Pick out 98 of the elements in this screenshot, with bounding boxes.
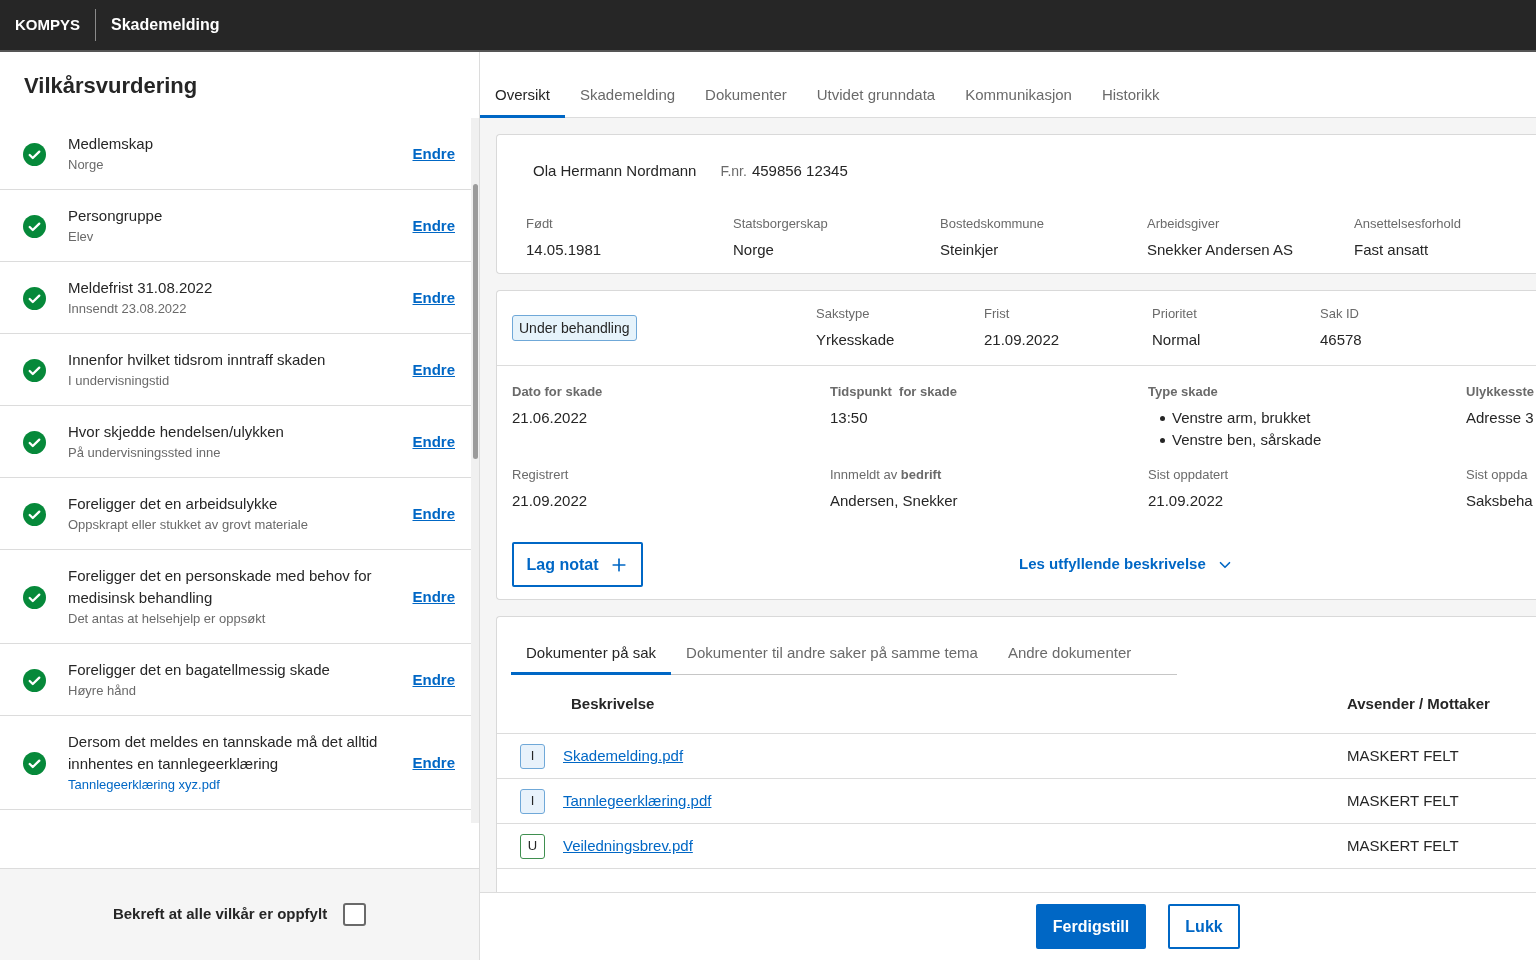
edit-link[interactable]: Endre — [412, 286, 455, 310]
attachment-link[interactable]: Tannlegeerklæring xyz.pdf — [68, 775, 382, 795]
document-link[interactable]: Veiledningsbrev.pdf — [563, 834, 693, 858]
close-button[interactable]: Lukk — [1168, 904, 1240, 949]
condition-detail: Elev — [68, 228, 95, 246]
field-value: Adresse 3 — [1466, 408, 1534, 428]
field-label: Sist oppda — [1466, 466, 1529, 484]
field-value: 21.09.2022 — [1148, 491, 1225, 511]
id-label: F.nr. — [720, 162, 747, 181]
tab[interactable]: Skademelding — [565, 84, 691, 118]
condition-title: Dersom det meldes en tannskade må det alltid innhentes en tannlegeerklæring — [68, 732, 379, 774]
condition-title: Foreligger det en arbeidsulykke — [68, 494, 279, 514]
document-link[interactable]: Tannlegeerklæring.pdf — [563, 789, 712, 813]
field-value: 21.09.2022 — [984, 330, 1061, 350]
tab[interactable]: Historikk — [1086, 84, 1175, 118]
field-value: 14.05.1981 — [526, 240, 603, 260]
panel-title: Vilkårsvurdering — [24, 71, 198, 100]
id-number: 459856 12345 — [751, 161, 848, 181]
status-badge: Under behandling — [512, 315, 637, 341]
table-cell-text: MASKERT FELT — [1347, 835, 1460, 856]
field-value: Steinkjer — [940, 240, 1000, 260]
edit-link[interactable]: Endre — [412, 142, 455, 166]
edit-link[interactable]: Endre — [412, 358, 455, 382]
document-type-badge: I — [520, 743, 545, 769]
document-link[interactable]: Skademelding.pdf — [563, 744, 684, 768]
field-value: Venstre arm, brukket — [1172, 408, 1311, 428]
field-value: Venstre ben, sårskade — [1172, 430, 1322, 450]
column-header: Avsender / Mottaker — [1347, 693, 1491, 714]
condition-title: Foreligger det en personskade med behov for medisinsk behandling — [68, 566, 373, 608]
field-label: Prioritet — [1152, 305, 1198, 323]
scrollbar-thumb[interactable] — [472, 184, 478, 459]
field-value: Saksbeha — [1466, 491, 1533, 511]
condition-detail: Det antas at helsehjelp er oppsøkt — [68, 610, 267, 628]
edit-link[interactable]: Endre — [412, 585, 455, 609]
field-label: Bostedskommune — [940, 215, 1046, 233]
field-label: Født — [526, 215, 554, 233]
complete-button[interactable]: Ferdigstill — [1036, 904, 1146, 949]
field-value: Andersen, Snekker — [830, 491, 959, 511]
condition-title: Medlemskap — [68, 134, 155, 154]
condition-detail: Høyre hånd — [68, 682, 137, 700]
field-value: 21.06.2022 — [512, 408, 589, 428]
confirm-label: Bekreft at alle vilkår er oppfylt — [112, 904, 328, 925]
confirm-checkbox[interactable] — [343, 903, 367, 926]
bullet-icon — [1160, 415, 1165, 421]
tab[interactable]: Utvidet grunndata — [801, 84, 951, 118]
field-value: 21.09.2022 — [512, 491, 589, 511]
field-value: 13:50 — [830, 408, 869, 428]
bullet-icon — [1160, 437, 1165, 443]
document-tab[interactable]: Dokumenter på sak — [511, 642, 672, 675]
field-label: Sist oppdatert — [1148, 466, 1230, 484]
tab[interactable]: Dokumenter — [690, 84, 802, 118]
field-label: Sak ID — [1320, 305, 1360, 323]
edit-link[interactable]: Endre — [412, 430, 455, 454]
document-tab[interactable]: Andre dokumenter — [992, 642, 1147, 675]
person-name: Ola Hermann Nordmann — [533, 161, 697, 181]
condition-detail: Innsendt 23.08.2022 — [68, 300, 188, 318]
condition-title: Foreligger det en bagatellmessig skade — [68, 660, 331, 680]
column-header: Beskrivelse — [570, 693, 656, 714]
field-label: Innmeldt av bedrift — [830, 466, 943, 484]
scrollbar-track[interactable] — [471, 118, 479, 823]
tab[interactable]: Kommunikasjon — [950, 84, 1087, 118]
field-label: Sakstype — [816, 305, 871, 323]
field-value: Normal — [1152, 330, 1202, 350]
field-value: Fast ansatt — [1354, 240, 1430, 260]
field-label: Statsborgerskap — [733, 215, 829, 233]
field-label: Arbeidsgiver — [1147, 215, 1221, 233]
condition-detail: I undervisningstid — [68, 372, 171, 390]
edit-link[interactable]: Endre — [412, 502, 455, 526]
field-label: Tidspunkt for skade — [830, 383, 958, 401]
app-brand: KOMPYS — [14, 14, 81, 35]
field-label: Ansettelsesforhold — [1354, 215, 1462, 233]
field-label: Type skade — [1148, 383, 1219, 401]
condition-detail: Oppskrapt eller stukket av grovt materiale — [68, 516, 309, 534]
field-label: Ulykkesste — [1466, 383, 1534, 401]
condition-title: Hvor skjedde hendelsen/ulykken — [68, 422, 285, 442]
edit-link[interactable]: Endre — [412, 214, 455, 238]
document-type-badge: U — [520, 833, 545, 859]
condition-title: Persongruppe — [68, 206, 164, 226]
field-value: 46578 — [1320, 330, 1363, 350]
page-title: Skademelding — [110, 15, 220, 35]
field-value: Norge — [733, 240, 775, 260]
condition-detail: På undervisningssted inne — [68, 444, 222, 462]
field-value: Snekker Andersen AS — [1147, 240, 1294, 260]
edit-link[interactable]: Endre — [412, 668, 455, 692]
edit-link[interactable]: Endre — [412, 751, 455, 775]
field-label: Registrert — [512, 466, 570, 484]
condition-title: Innenfor hvilket tidsrom inntraff skaden — [68, 350, 327, 370]
expand-description-link[interactable]: Les utfyllende beskrivelse — [1019, 553, 1234, 576]
document-tab[interactable]: Dokumenter til andre saker på samme tema — [671, 642, 993, 675]
field-value: Yrkesskade — [816, 330, 896, 350]
condition-title: Meldefrist 31.08.2022 — [68, 278, 214, 298]
table-cell-text: MASKERT FELT — [1347, 745, 1460, 766]
field-label: Frist — [984, 305, 1011, 323]
condition-detail: Norge — [68, 156, 105, 174]
document-type-badge: I — [520, 788, 545, 814]
field-label: Dato for skade — [512, 383, 604, 401]
add-note-button[interactable]: Lag notat — [512, 542, 643, 587]
table-cell-text: MASKERT FELT — [1347, 790, 1460, 811]
